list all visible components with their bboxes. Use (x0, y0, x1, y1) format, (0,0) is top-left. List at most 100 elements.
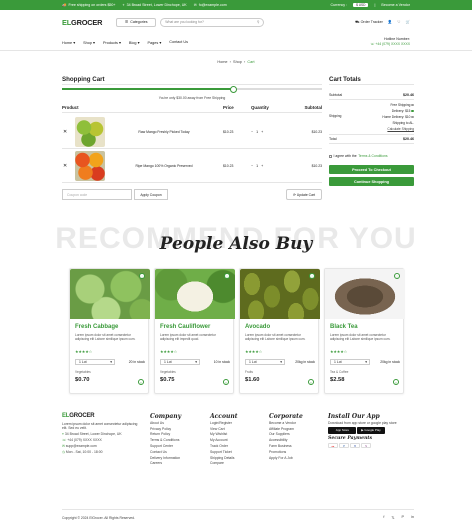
remove-icon[interactable]: ✕ (62, 129, 75, 135)
product-card[interactable]: ♡ Black Tea Lorem ipsum dolor sit amet c… (324, 268, 405, 394)
footer-bottom: Copyright © 2024 ElGrocer. All Rights Re… (62, 509, 414, 520)
categories-button[interactable]: ☰ Categories (116, 17, 157, 27)
add-to-cart-icon[interactable]: ▪ (393, 379, 399, 385)
calculate-shipping-link[interactable]: Calculate Shipping (387, 127, 414, 131)
coupon-input[interactable]: Coupon code (62, 189, 132, 200)
cart-table-header: Product Price Quantity Subtotal (62, 105, 322, 110)
product-category[interactable]: Tea & Coffee (330, 370, 348, 374)
product-image[interactable] (155, 269, 235, 319)
cart-row: ✕ Raw Mango Freshly Picked Today $10.23 … (62, 115, 322, 149)
product-name[interactable]: Fresh Cabbage (75, 324, 118, 330)
footer-logo[interactable]: ELGROCER (62, 413, 140, 420)
linkedin-icon[interactable]: in (411, 515, 414, 520)
product-name[interactable]: Avocado (245, 324, 270, 330)
nav-pages[interactable]: Pages ▾ (147, 40, 161, 45)
pinterest-icon[interactable]: P (401, 515, 404, 520)
remove-icon[interactable]: ✕ (62, 163, 75, 169)
product-category[interactable]: Vegetables (75, 370, 91, 374)
clock-icon: ◷ (62, 449, 65, 454)
continue-shopping-button[interactable]: Continue Shopping (329, 177, 414, 186)
product-image[interactable] (240, 269, 320, 319)
checkout-button[interactable]: Proceed To Checkout (329, 165, 414, 174)
user-icon[interactable]: 👤 (388, 20, 392, 24)
heart-icon[interactable]: ♡ (397, 20, 400, 24)
apply-coupon-button[interactable]: Apply Coupon (134, 189, 168, 200)
footer-link[interactable]: Apply For A Job (269, 456, 303, 462)
copyright: Copyright © 2024 ElGrocer. All Rights Re… (62, 515, 135, 520)
skrill-icon: S (361, 442, 371, 448)
wishlist-icon[interactable]: ♡ (224, 273, 230, 279)
plus-button[interactable]: + (261, 130, 263, 134)
facebook-icon[interactable]: f (383, 515, 384, 520)
cart-icon[interactable]: 🛒 (406, 20, 410, 24)
option-select[interactable]: 1 Lot ▾ (330, 359, 370, 365)
product-card[interactable]: ♡ Avocado Lorem ipsum dolor sit amet con… (239, 268, 320, 394)
breadcrumb-current: Cart (247, 60, 255, 64)
plus-button[interactable]: + (261, 164, 263, 168)
product-thumbnail[interactable] (75, 116, 105, 147)
add-to-cart-icon[interactable]: ▪ (308, 379, 314, 385)
app-store-badge[interactable]: App Store (328, 427, 356, 435)
terms-link[interactable]: Terms & Conditions (358, 154, 387, 158)
nav-contact[interactable]: Contact Us (169, 40, 188, 44)
product-category[interactable]: Vegetables (160, 370, 176, 374)
update-cart-button[interactable]: ⟳ Update Cart (286, 189, 322, 200)
add-to-cart-icon[interactable]: ▪ (138, 379, 144, 385)
rating-stars: ★★★★☆ (75, 350, 93, 354)
product-price: $10.23 (223, 163, 234, 168)
nav-home[interactable]: Home ▾ (62, 40, 75, 45)
nav-products[interactable]: Products ▾ (103, 40, 121, 45)
free-shipping-progress (62, 88, 322, 90)
wishlist-icon[interactable]: ♡ (394, 273, 400, 279)
order-tracker-link[interactable]: ⛟ Order Tracker (355, 20, 383, 25)
wishlist-icon[interactable]: ♡ (309, 273, 315, 279)
main-nav: Home ▾ Shop ▾ Products ▾ Blog ▾ Pages ▾ … (62, 37, 410, 47)
quantity-stepper[interactable]: −1 + (251, 164, 295, 168)
breadcrumb-shop[interactable]: Shop (233, 60, 242, 64)
header: ELGROCER ☰ Categories What are you lookin… (62, 14, 410, 30)
product-thumbnail[interactable] (75, 150, 105, 181)
terms-checkbox[interactable] (329, 154, 332, 158)
footer-link[interactable]: Compare (210, 461, 237, 467)
divider: | (374, 3, 376, 7)
nav-blog[interactable]: Blog ▾ (129, 40, 140, 45)
location-icon: ⌖ (122, 3, 125, 7)
nav-shop[interactable]: Shop ▾ (83, 40, 95, 45)
add-to-cart-icon[interactable]: ▪ (223, 379, 229, 385)
product-description: Lorem ipsum dolor sit amet consectetur a… (75, 333, 136, 342)
divider (329, 84, 414, 85)
product-image[interactable] (325, 269, 405, 319)
mastercard-icon: ●● (328, 442, 338, 448)
footer-account: Account Login/Register View Cart My Wish… (210, 413, 238, 467)
product-name[interactable]: Raw Mango Freshly Picked Today (105, 130, 223, 134)
wishlist-icon[interactable]: ♡ (139, 273, 145, 279)
footer-link[interactable]: Careers (150, 461, 181, 467)
breadcrumb-home[interactable]: Home (217, 60, 227, 64)
product-image[interactable] (70, 269, 150, 319)
become-vendor-link[interactable]: Become a Vendor (381, 3, 410, 7)
mail-icon: ✉ (62, 443, 65, 448)
option-select[interactable]: 1 Lot ▾ (75, 359, 115, 365)
search-icon[interactable]: ⚲ (257, 20, 259, 24)
product-category[interactable]: Fruits (245, 370, 253, 374)
product-name[interactable]: Black Tea (330, 324, 358, 330)
email-info[interactable]: ✉ fo@example.com (194, 3, 227, 7)
product-description: Lorem ipsum dolor sit amet consectetur a… (245, 333, 306, 342)
search-input[interactable]: What are you looking for? ⚲ (160, 17, 265, 27)
google-play-badge[interactable]: ▶ Google Play (357, 427, 385, 434)
twitter-icon[interactable]: 𝕏 (391, 515, 394, 520)
option-select[interactable]: 1 Lot ▾ (160, 359, 200, 365)
product-price: $0.70 (75, 377, 90, 383)
minus-button[interactable]: − (251, 164, 253, 168)
option-select[interactable]: 1 Lot ▾ (245, 359, 285, 365)
minus-button[interactable]: − (251, 130, 253, 134)
logo[interactable]: ELGROCER (62, 18, 102, 27)
product-card[interactable]: ♡ Fresh Cauliflower Lorem ipsum dolor si… (154, 268, 235, 394)
stock-info: 20 in stock (128, 360, 145, 364)
quantity-stepper[interactable]: −1 + (251, 130, 295, 134)
currency-select[interactable]: $ USD (353, 3, 369, 7)
product-name[interactable]: Ripe Mango 100% Organic Preserved (105, 164, 223, 168)
product-name[interactable]: Fresh Cauliflower (160, 324, 210, 330)
footer-app: Install Our App Download from app store … (328, 413, 397, 448)
product-card[interactable]: ♡ Fresh Cabbage Lorem ipsum dolor sit am… (69, 268, 150, 394)
